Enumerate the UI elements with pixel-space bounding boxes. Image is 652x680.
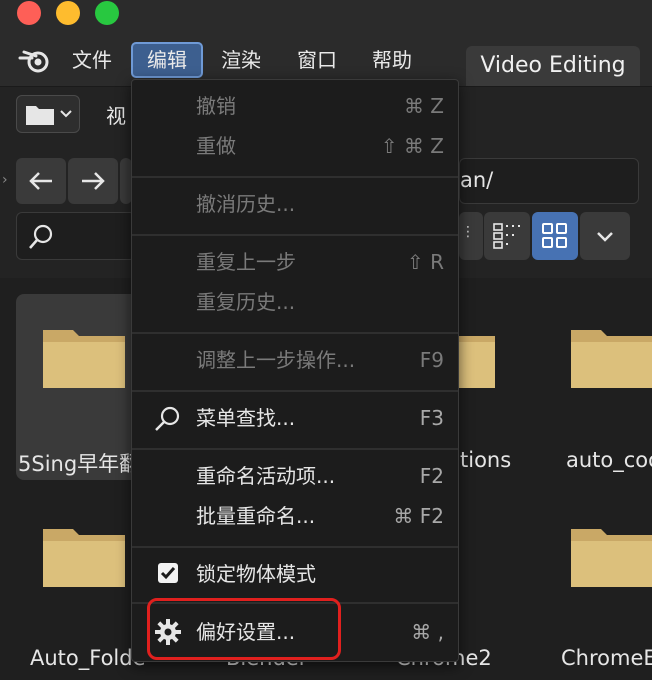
arrow-right-icon	[82, 172, 105, 190]
menu-item-shortcut: F9	[419, 348, 444, 372]
menu-item-menu-search[interactable]: 菜单查找... F3	[132, 398, 458, 438]
menu-item-label: 锁定物体模式	[196, 562, 316, 586]
folder-icon	[26, 106, 54, 125]
folder-icon[interactable]	[456, 328, 496, 390]
chevron-down-icon	[60, 110, 72, 118]
menu-item-redo[interactable]: 重做 ⇧ ⌘ Z	[132, 126, 458, 166]
menu-item-label: 调整上一步操作...	[196, 348, 356, 372]
zoom-window-button[interactable]	[95, 1, 119, 25]
path-text: an/	[460, 168, 494, 192]
menu-edit[interactable]: 编辑	[131, 42, 203, 78]
close-window-button[interactable]	[17, 1, 41, 25]
display-settings-dropdown[interactable]	[580, 212, 630, 260]
menu-separator	[132, 234, 458, 236]
list-long-icon	[493, 223, 520, 249]
menu-separator	[132, 390, 458, 392]
arrow-left-icon	[29, 172, 52, 190]
collapse-arrow-icon[interactable]: ›	[2, 172, 8, 188]
minimize-window-button[interactable]	[56, 1, 80, 25]
chevron-down-icon	[597, 232, 613, 242]
display-list-short-button[interactable]: ⋮	[459, 212, 483, 260]
preferences-highlight-box	[147, 598, 341, 660]
menu-item-label: 菜单查找...	[196, 406, 296, 430]
menu-item-shortcut: ⌘ Z	[403, 94, 444, 118]
menu-item-repeat-last[interactable]: 重复上一步 ⇧ R	[132, 242, 458, 282]
window-titlebar	[0, 0, 652, 30]
menu-separator	[132, 546, 458, 548]
menu-item-label: 撤销	[196, 94, 236, 118]
search-icon	[155, 406, 180, 431]
folder-label: ChromeE	[561, 646, 652, 670]
menu-item-adjust-last[interactable]: 调整上一步操作... F9	[132, 340, 458, 380]
folder-label: tions	[460, 448, 512, 472]
menu-help[interactable]: 帮助	[358, 42, 426, 78]
filter-search-input[interactable]	[16, 212, 136, 260]
folder-icon[interactable]	[42, 328, 126, 390]
folder-label: Auto_Folde	[30, 646, 146, 670]
folder-label: 5Sing早年翻	[18, 452, 141, 476]
folder-label: auto_coo	[566, 448, 652, 472]
menu-item-rename-active[interactable]: 重命名活动项... F2	[132, 456, 458, 496]
menu-item-shortcut: F2	[419, 464, 444, 488]
menu-item-label: 重复上一步	[196, 250, 296, 274]
folder-icon[interactable]	[570, 527, 652, 589]
menu-item-shortcut: ⌘ F2	[393, 504, 444, 528]
path-field[interactable]: an/	[459, 158, 639, 204]
folder-icon[interactable]	[42, 527, 126, 589]
menu-item-label: 重复历史...	[196, 290, 296, 314]
editor-type-dropdown[interactable]	[16, 95, 80, 133]
workspace-tab-video-editing[interactable]: Video Editing	[466, 46, 640, 86]
dots-icon: ⋮	[461, 224, 475, 240]
checkmark-icon	[160, 567, 176, 580]
menu-window[interactable]: 窗口	[283, 42, 351, 78]
folder-icon[interactable]	[570, 328, 652, 390]
menu-render[interactable]: 渲染	[207, 42, 275, 78]
back-button[interactable]	[16, 158, 66, 204]
menu-file[interactable]: 文件	[58, 42, 126, 78]
menu-separator	[132, 332, 458, 334]
menu-item-label: 重做	[196, 134, 236, 158]
menu-separator	[132, 448, 458, 450]
menu-item-shortcut: ⇧ ⌘ Z	[380, 134, 444, 158]
view-menu-label[interactable]: 视	[106, 100, 126, 129]
search-icon	[29, 224, 53, 249]
display-thumbnails-button[interactable]	[532, 212, 578, 260]
menu-item-label: 撤消历史...	[196, 192, 296, 216]
menu-separator	[132, 176, 458, 178]
forward-button[interactable]	[68, 158, 118, 204]
menu-item-shortcut: F3	[419, 406, 444, 430]
menu-item-batch-rename[interactable]: 批量重命名... ⌘ F2	[132, 496, 458, 536]
menu-item-label: 批量重命名...	[196, 504, 316, 528]
menu-item-repeat-history[interactable]: 重复历史...	[132, 282, 458, 322]
thumbnails-grid-icon	[542, 223, 567, 248]
menu-item-lock-object-modes[interactable]: 锁定物体模式	[132, 554, 458, 594]
checkbox-icon[interactable]	[158, 563, 178, 583]
display-list-long-button[interactable]	[484, 212, 530, 260]
menu-item-shortcut: ⌘ ,	[411, 620, 444, 644]
blender-logo-icon[interactable]	[18, 46, 52, 74]
menu-item-shortcut: ⇧ R	[406, 250, 444, 274]
menu-item-undo-history[interactable]: 撤消历史...	[132, 184, 458, 224]
menu-item-undo[interactable]: 撤销 ⌘ Z	[132, 86, 458, 126]
menu-item-label: 重命名活动项...	[196, 464, 336, 488]
edit-menu-dropdown: 撤销 ⌘ Z 重做 ⇧ ⌘ Z 撤消历史... 重复上一步 ⇧ R 重复历史..…	[131, 79, 459, 662]
